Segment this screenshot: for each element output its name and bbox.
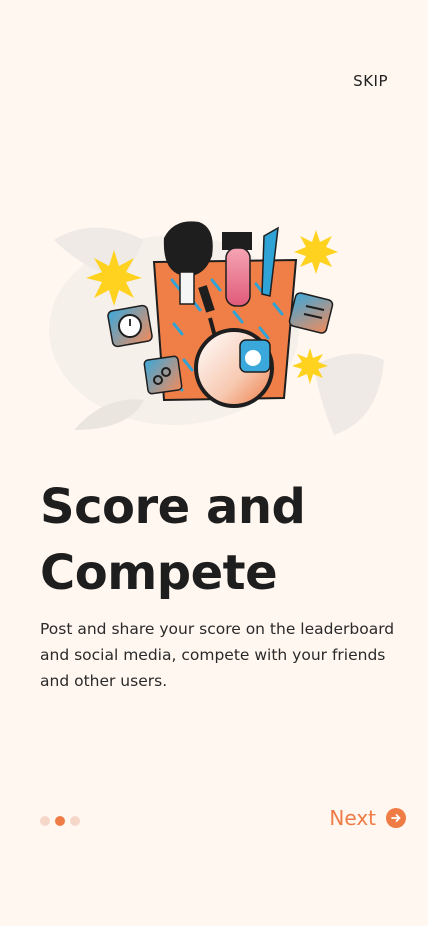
page-title: Score and Compete [40, 474, 400, 606]
next-button-label: Next [329, 806, 376, 830]
page-dot-3 [70, 816, 80, 826]
page-description: Post and share your score on the leaderb… [40, 620, 395, 690]
page-dot-2-active [55, 816, 65, 826]
page-indicator [40, 816, 80, 826]
page-title-line-1: Score and [40, 479, 306, 535]
makeup-bag-illustration [34, 200, 394, 450]
page-title-line-2: Compete [40, 545, 278, 601]
makeup-bag-with-magnifier-icon [49, 221, 384, 435]
skip-button[interactable]: SKIP [353, 72, 388, 90]
arrow-right-circle-icon[interactable] [386, 808, 406, 828]
next-button[interactable]: Next [329, 806, 406, 830]
page-dot-1 [40, 816, 50, 826]
